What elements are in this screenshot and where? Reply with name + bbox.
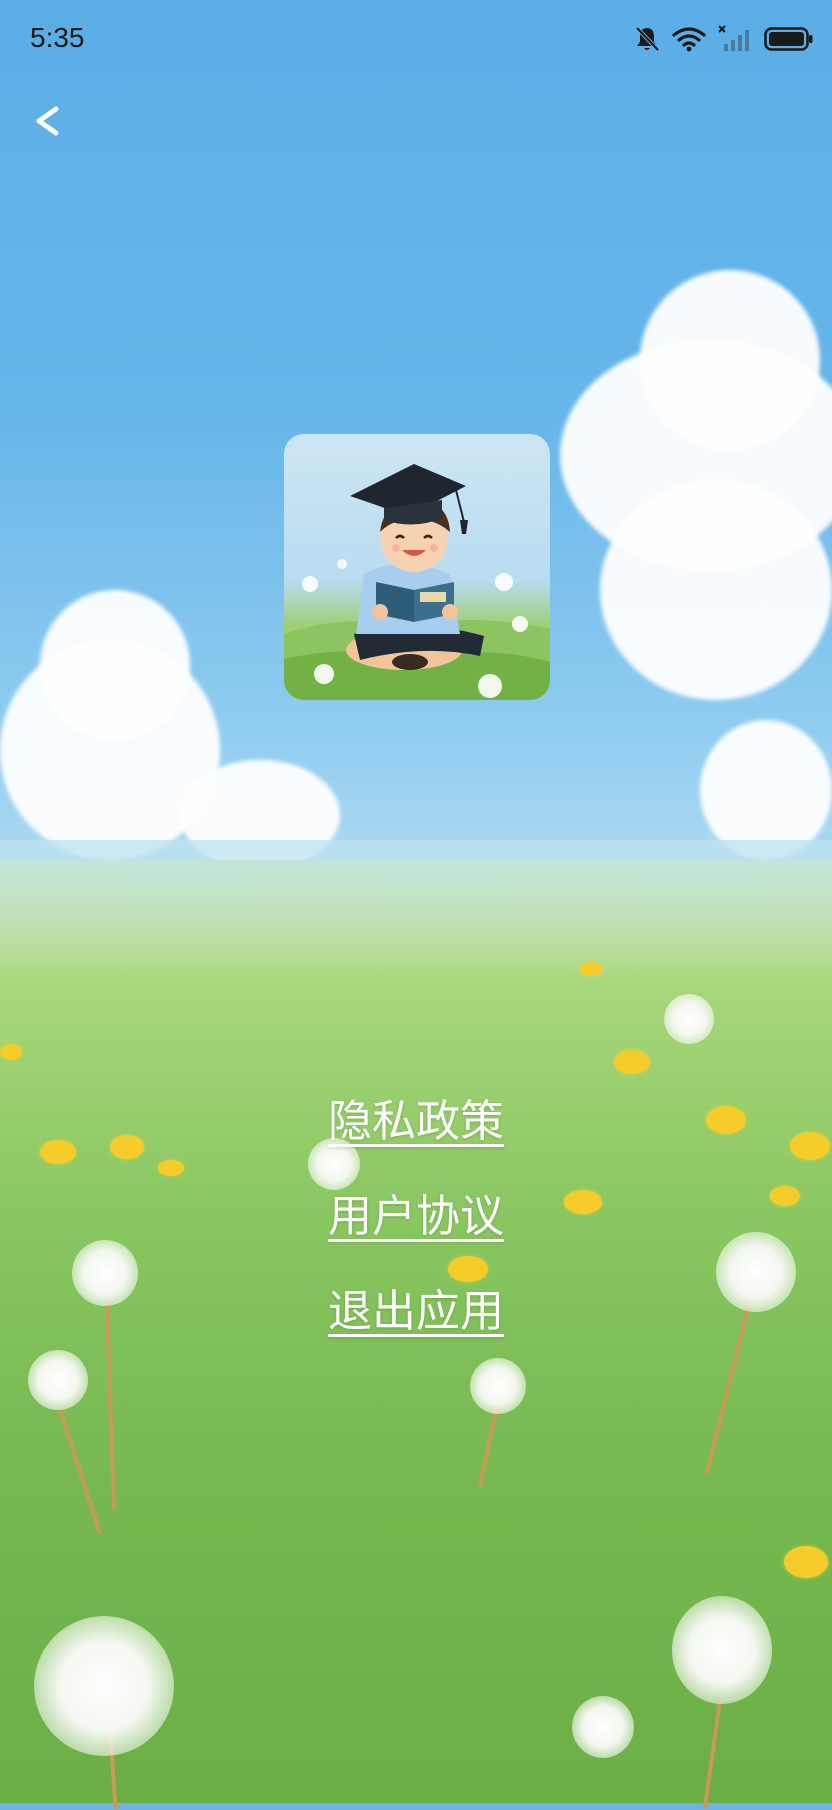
status-icons bbox=[634, 24, 814, 54]
dandelion-flower bbox=[784, 1546, 828, 1578]
dandelion-puff bbox=[28, 1350, 88, 1410]
wifi-icon bbox=[672, 26, 706, 52]
status-bar: 5:35 bbox=[0, 0, 832, 80]
signal-no-service-icon bbox=[718, 25, 752, 53]
bell-muted-icon bbox=[634, 25, 660, 53]
dandelion-flower bbox=[614, 1050, 650, 1074]
dandelion-puff bbox=[470, 1358, 526, 1414]
dandelion-flower bbox=[580, 962, 602, 976]
battery-icon bbox=[764, 26, 814, 52]
back-button[interactable] bbox=[22, 98, 72, 148]
exit-app-link[interactable]: 退出应用 bbox=[0, 1275, 832, 1339]
privacy-policy-link[interactable]: 隐私政策 bbox=[0, 1085, 832, 1149]
user-agreement-link[interactable]: 用户协议 bbox=[0, 1180, 832, 1244]
dandelion-puff bbox=[672, 1596, 772, 1704]
dandelion-puff bbox=[664, 994, 714, 1044]
dandelion-flower bbox=[158, 1160, 184, 1176]
dandelion-puff bbox=[34, 1616, 174, 1756]
status-time: 5:35 bbox=[30, 22, 85, 53]
dandelion-flower bbox=[0, 1044, 22, 1060]
dandelion-puff bbox=[572, 1696, 634, 1758]
app-avatar-image bbox=[284, 434, 550, 700]
cloud bbox=[600, 480, 832, 700]
cloud bbox=[40, 590, 190, 740]
chevron-left-icon bbox=[32, 104, 62, 142]
cloud bbox=[700, 720, 832, 860]
cloud bbox=[640, 270, 820, 450]
horizon-haze bbox=[0, 840, 832, 980]
